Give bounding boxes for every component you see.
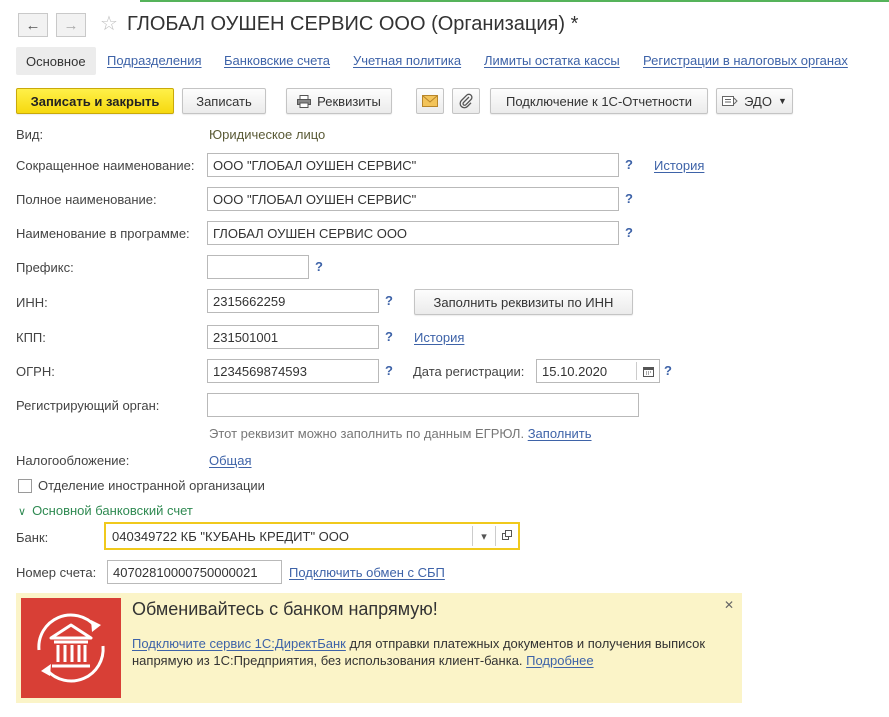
save-and-close-button[interactable]: Записать и закрыть (16, 88, 174, 114)
fill-by-inn-button[interactable]: Заполнить реквизиты по ИНН (414, 289, 633, 315)
prefix-input[interactable] (207, 255, 309, 279)
tab-main[interactable]: Основное (16, 47, 96, 75)
tab-label: Основное (26, 53, 86, 69)
button-label: Записать (196, 93, 252, 109)
kpp-history-link[interactable]: История (414, 330, 464, 345)
close-icon[interactable]: ✕ (724, 598, 734, 612)
tab-departments[interactable]: Подразделения (107, 53, 202, 68)
button-label: ЭДО (744, 93, 772, 109)
favorite-star-icon[interactable]: ☆ (100, 11, 118, 36)
edo-icon (722, 96, 738, 106)
open-item-icon[interactable] (496, 529, 518, 543)
tab-accounting-policy[interactable]: Учетная политика (353, 53, 461, 68)
help-icon[interactable]: ? (385, 363, 393, 378)
help-icon[interactable]: ? (625, 225, 633, 240)
help-icon[interactable]: ? (385, 329, 393, 344)
kind-value: Юридическое лицо (209, 127, 326, 142)
fill-from-egrul-link[interactable]: Заполнить (528, 426, 592, 441)
more-link[interactable]: Подробнее (526, 653, 593, 668)
arrow-right-icon: → (63, 16, 79, 34)
connect-sbp-link[interactable]: Подключить обмен с СБП (289, 565, 445, 580)
chevron-down-icon: ∨ (18, 506, 27, 518)
help-icon[interactable]: ? (625, 191, 633, 206)
input-value: 2315662259 (213, 293, 286, 309)
group-title: Основной банковский счет (32, 503, 193, 518)
short-name-history-link[interactable]: История (654, 158, 704, 173)
input-value: 231501001 (213, 329, 279, 345)
send-email-button[interactable] (416, 88, 444, 114)
prefix-label: Префикс: (16, 260, 74, 275)
button-label: Реквизиты (317, 93, 381, 109)
program-name-label: Наименование в программе: (16, 226, 190, 241)
help-icon[interactable]: ? (664, 363, 672, 378)
tab-cash-limits[interactable]: Лимиты остатка кассы (484, 53, 620, 68)
input-value: 040349722 КБ "КУБАНЬ КРЕДИТ" ООО (112, 528, 350, 544)
egrul-hint: Этот реквизит можно заполнить по данным … (209, 426, 592, 441)
hint-text: Этот реквизит можно заполнить по данным … (209, 426, 525, 441)
help-icon[interactable]: ? (315, 259, 323, 274)
account-number-input[interactable]: 40702810000750000021 (107, 560, 282, 584)
envelope-icon (422, 95, 438, 107)
full-name-label: Полное наименование: (16, 192, 157, 207)
printer-icon (297, 94, 312, 108)
kpp-input[interactable]: 231501001 (207, 325, 379, 349)
program-name-input[interactable]: ГЛОБАЛ ОУШЕН СЕРВИС ООО (207, 221, 619, 245)
taxation-label: Налогообложение: (16, 453, 130, 468)
chevron-down-icon: ▼ (777, 96, 787, 106)
arrow-left-icon: ← (25, 16, 41, 34)
back-button[interactable]: ← (18, 13, 48, 37)
input-value: ООО "ГЛОБАЛ ОУШЕН СЕРВИС" (213, 191, 417, 207)
account-number-label: Номер счета: (16, 565, 97, 580)
foreign-branch-label: Отделение иностранной организации (38, 478, 265, 493)
tab-bank-accounts[interactable]: Банковские счета (224, 53, 330, 68)
paperclip-icon (459, 93, 473, 109)
banner-text: Подключите сервис 1С:ДиректБанк для отпр… (132, 635, 712, 669)
input-value: 1234569874593 (213, 363, 307, 379)
button-label: Заполнить реквизиты по ИНН (433, 294, 614, 310)
full-name-input[interactable]: ООО "ГЛОБАЛ ОУШЕН СЕРВИС" (207, 187, 619, 211)
reg-date-input[interactable]: 15.10.2020 (536, 359, 660, 383)
inn-input[interactable]: 2315662259 (207, 289, 379, 313)
active-window-indicator (140, 0, 889, 2)
connect-reporting-button[interactable]: Подключение к 1С-Отчетности (490, 88, 708, 114)
input-value: ООО "ГЛОБАЛ ОУШЕН СЕРВИС" (213, 157, 417, 173)
inn-label: ИНН: (16, 295, 48, 310)
bank-label: Банк: (16, 530, 49, 545)
reg-authority-input[interactable] (207, 393, 639, 417)
input-value: 40702810000750000021 (113, 564, 258, 580)
kpp-label: КПП: (16, 330, 46, 345)
short-name-input[interactable]: ООО "ГЛОБАЛ ОУШЕН СЕРВИС" (207, 153, 619, 177)
bank-group-header[interactable]: ∨ Основной банковский счет (18, 503, 193, 518)
save-button[interactable]: Записать (182, 88, 266, 114)
help-icon[interactable]: ? (385, 293, 393, 308)
foreign-branch-checkbox[interactable] (18, 479, 32, 493)
input-value: ГЛОБАЛ ОУШЕН СЕРВИС ООО (213, 225, 408, 241)
reg-authority-label: Регистрирующий орган: (16, 398, 160, 413)
kind-label: Вид: (16, 127, 44, 142)
banner-title: Обменивайтесь с банком напрямую! (132, 599, 438, 619)
bank-select[interactable]: 040349722 КБ "КУБАНЬ КРЕДИТ" ООО ▾ (104, 522, 520, 550)
help-icon[interactable]: ? (625, 157, 633, 172)
attach-files-button[interactable] (452, 88, 480, 114)
taxation-link[interactable]: Общая (209, 453, 252, 468)
short-name-label: Сокращенное наименование: (16, 158, 195, 173)
ogrn-label: ОГРН: (16, 364, 55, 379)
directbank-link[interactable]: Подключите сервис 1С:ДиректБанк (132, 636, 346, 651)
ogrn-input[interactable]: 1234569874593 (207, 359, 379, 383)
reg-date-label: Дата регистрации: (413, 364, 525, 379)
dropdown-arrow-icon[interactable]: ▾ (473, 530, 495, 543)
bank-exchange-icon (21, 598, 121, 698)
button-label: Записать и закрыть (30, 93, 160, 109)
requisites-button[interactable]: Реквизиты (286, 88, 392, 114)
calendar-icon[interactable] (637, 366, 659, 377)
edo-menu-button[interactable]: ЭДО ▼ (716, 88, 793, 114)
input-value: 15.10.2020 (542, 363, 608, 379)
tab-tax-registrations[interactable]: Регистрации в налоговых органах (643, 53, 848, 68)
forward-button[interactable]: → (56, 13, 86, 37)
page-title: ГЛОБАЛ ОУШЕН СЕРВИС ООО (Организация) * (127, 13, 579, 35)
button-label: Подключение к 1С-Отчетности (505, 93, 692, 109)
